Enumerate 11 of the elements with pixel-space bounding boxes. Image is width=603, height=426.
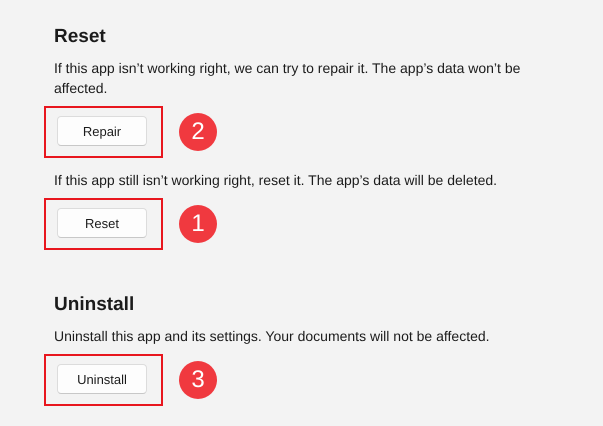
section-heading: Reset [54, 26, 107, 48]
step-badge: 3 [179, 361, 217, 399]
action-button[interactable]: Repair [57, 116, 147, 146]
action-button[interactable]: Uninstall [57, 364, 147, 394]
step-badge: 1 [179, 205, 217, 243]
description-text: Uninstall this app and its settings. Your documents will not be affected. [54, 327, 491, 346]
description-text: If this app still isn’t working right, reset it. The app’s data will be deleted. [54, 171, 498, 190]
description-text: If this app isn’t working right, we can try to repair it. The app’s data won’t be affected. [54, 59, 522, 98]
step-badge: 2 [179, 113, 217, 151]
action-button[interactable]: Reset [57, 208, 147, 238]
section-heading: Uninstall [54, 294, 136, 316]
